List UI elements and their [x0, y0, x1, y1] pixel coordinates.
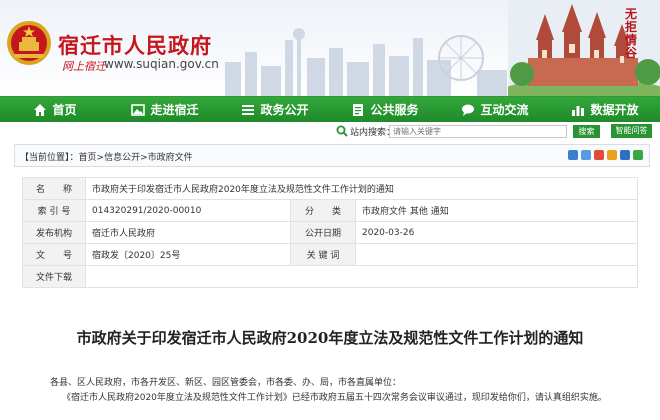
breadcrumb-current-label: 【当前位置】：	[20, 153, 79, 163]
document-addressee: 各县、区人民政府，市各开发区、新区、园区管委会，市各委、办、局，市各直属单位：	[50, 378, 402, 388]
search-button[interactable]: 搜索	[573, 125, 600, 138]
bar-chart-icon	[572, 105, 585, 116]
search-input[interactable]	[389, 125, 567, 138]
nav-item-open-data[interactable]: 数据开放	[550, 97, 660, 122]
nav-item-gov-affairs[interactable]: 政务公开	[220, 97, 330, 122]
issuer-value: 宿迁市人民政府	[85, 221, 291, 244]
download-label: 文件下载	[22, 265, 86, 288]
category-label: 分 类	[290, 199, 356, 222]
breadcrumb-item-home[interactable]: 首页	[79, 153, 97, 163]
site-title[interactable]: 宿迁市人民政府	[58, 30, 212, 60]
issuer-label: 发布机构	[22, 221, 86, 244]
site-slogan: 网上宿迁	[62, 60, 106, 73]
calligraphy-slogan: 无拒情谷	[624, 7, 637, 60]
index-value: 014320291/2020-00010	[85, 199, 291, 222]
table-row: 文件下载	[22, 265, 638, 288]
download-value[interactable]	[85, 265, 638, 288]
table-row: 索 引 号 014320291/2020-00010 分 类 市政府文件 其他 …	[22, 199, 638, 222]
nav-item-label: 政务公开	[260, 103, 309, 117]
home-icon	[34, 103, 47, 116]
site-url[interactable]: www.suqian.gov.cn	[104, 57, 219, 71]
search-icon	[336, 125, 348, 137]
breadcrumb: 【当前位置】：首页>信息公开>市政府文件	[20, 150, 193, 163]
category-value: 市政府文件 其他 通知	[355, 199, 638, 222]
share-renren-icon[interactable]	[620, 150, 630, 160]
city-skyline-image	[225, 28, 507, 96]
nav-item-label: 走进宿迁	[150, 103, 199, 117]
search-bar: 站内搜索： 搜索 智能问答	[0, 124, 660, 140]
document-icon	[353, 103, 364, 116]
chat-icon	[462, 104, 475, 116]
breadcrumb-separator: >	[96, 153, 105, 163]
share-weibo-icon[interactable]	[594, 150, 604, 160]
nav-item-explore[interactable]: 走进宿迁	[110, 97, 220, 122]
smart-qa-button[interactable]: 智能问答	[611, 124, 652, 138]
document-title: 市政府关于印发宿迁市人民政府2020年度立法及规范性文件工作计划的通知	[76, 329, 584, 347]
name-label: 名 称	[22, 177, 86, 200]
share-icons	[568, 150, 643, 160]
date-label: 公开日期	[290, 221, 356, 244]
nav-item-label: 公共服务	[370, 103, 419, 117]
nav-item-home[interactable]: 首页	[0, 97, 110, 122]
breadcrumb-item-info-public[interactable]: 信息公开	[104, 153, 140, 163]
table-row: 名 称 市政府关于印发宿迁市人民政府2020年度立法及规范性文件工作计划的通知	[22, 177, 638, 200]
document-body-paragraph: 《宿迁市人民政府2020年度立法及规范性文件工作计划》已经市政府五届五十四次常务…	[62, 393, 607, 403]
share-plus-icon[interactable]	[568, 150, 578, 160]
docno-value: 宿政发〔2020〕25号	[85, 243, 291, 266]
nav-item-label: 数据开放	[590, 103, 639, 117]
breadcrumb-separator: >	[140, 153, 148, 163]
date-value: 2020-03-26	[355, 221, 638, 244]
share-wechat-icon[interactable]	[633, 150, 643, 160]
keywords-label: 关 键 词	[290, 243, 356, 266]
header-banner: 无拒情谷 宿迁市人民政府 网上宿迁 www.suqian.gov.cn	[0, 0, 660, 96]
nav-item-public-service[interactable]: 公共服务	[330, 97, 440, 122]
breadcrumb-bar: 【当前位置】：首页>信息公开>市政府文件	[14, 144, 650, 167]
share-tencent-icon[interactable]	[607, 150, 617, 160]
share-qzone-icon[interactable]	[581, 150, 591, 160]
index-label: 索 引 号	[22, 199, 86, 222]
name-value: 市政府关于印发宿迁市人民政府2020年度立法及规范性文件工作计划的通知	[85, 177, 638, 200]
nav-item-label: 互动交流	[480, 103, 529, 117]
breadcrumb-item-gov-docs[interactable]: 市政府文件	[148, 153, 193, 163]
nav-item-label: 首页	[52, 103, 77, 117]
table-row: 发布机构 宿迁市人民政府 公开日期 2020-03-26	[22, 221, 638, 244]
picture-icon	[131, 103, 146, 116]
nav-item-interaction[interactable]: 互动交流	[440, 97, 550, 122]
docno-label: 文 号	[22, 243, 86, 266]
national-emblem-icon	[7, 21, 51, 65]
table-row: 文 号 宿政发〔2020〕25号 关 键 词	[22, 243, 638, 266]
list-icon	[242, 104, 255, 115]
document-info-table: 名 称 市政府关于印发宿迁市人民政府2020年度立法及规范性文件工作计划的通知 …	[22, 177, 638, 288]
main-nav: 首页 走进宿迁 政务公开 公共服务 互动交流 数据开放	[0, 96, 660, 122]
keywords-value	[355, 243, 638, 266]
